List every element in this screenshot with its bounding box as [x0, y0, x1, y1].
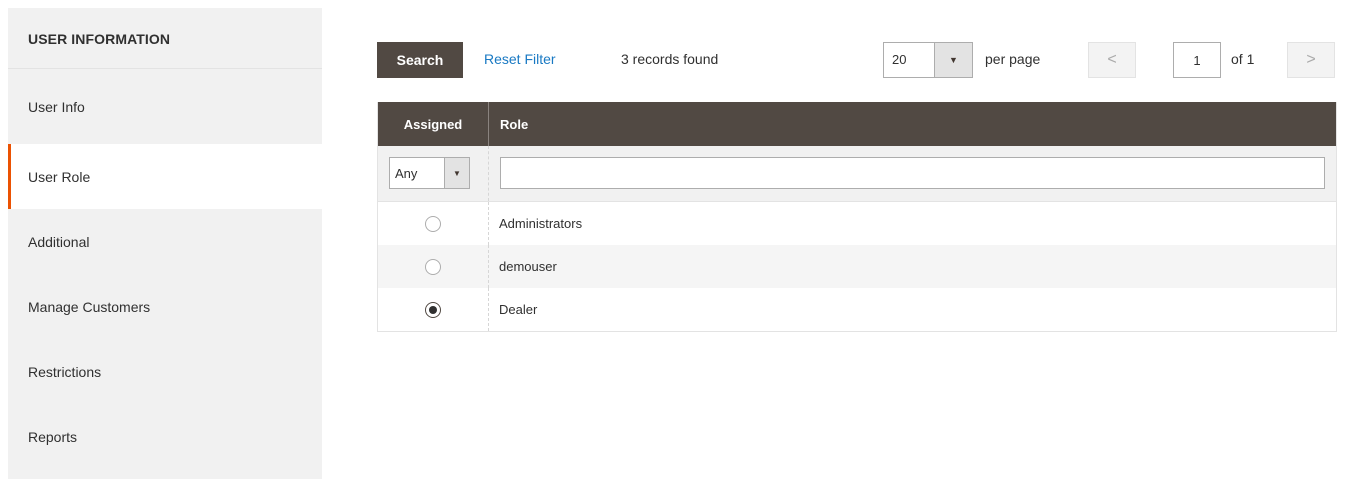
grid-filter-row: Any ▼ [378, 146, 1336, 202]
chevron-down-icon[interactable]: ▼ [444, 158, 469, 188]
sidebar-item-restrictions[interactable]: Restrictions [8, 339, 322, 404]
total-pages-label: of 1 [1231, 51, 1255, 67]
sidebar-item-user-info[interactable]: User Info [8, 69, 322, 144]
sidebar-title: USER INFORMATION [8, 8, 322, 69]
sidebar-item-reports[interactable]: Reports [8, 404, 322, 469]
per-page-select[interactable]: 20 ▼ [883, 42, 973, 78]
previous-page-button[interactable]: < [1088, 42, 1136, 78]
search-button[interactable]: Search [377, 42, 463, 78]
chevron-right-icon: > [1306, 51, 1316, 68]
chevron-down-icon[interactable]: ▼ [934, 43, 972, 77]
role-filter-input[interactable] [500, 157, 1325, 189]
chevron-left-icon: < [1107, 51, 1117, 68]
assigned-filter-select[interactable]: Any ▼ [389, 157, 470, 189]
user-role-panel: Search Reset Filter 3 records found 20 ▼… [377, 42, 1337, 332]
per-page-label: per page [985, 51, 1041, 67]
radio-checked-dot [429, 305, 437, 314]
per-page-value: 20 [892, 52, 907, 67]
roles-grid: Assigned Role Any ▼ Administrators demou… [377, 102, 1337, 332]
sidebar-item-additional[interactable]: Additional [8, 209, 322, 274]
assigned-radio[interactable] [425, 301, 441, 318]
current-page-input[interactable] [1173, 42, 1221, 78]
sidebar-item-manage-customers[interactable]: Manage Customers [8, 274, 322, 339]
assigned-radio[interactable] [425, 215, 441, 232]
column-header-assigned[interactable]: Assigned [378, 102, 489, 146]
role-name: Administrators [499, 216, 583, 231]
role-name: demouser [499, 259, 557, 274]
reset-filter-link[interactable]: Reset Filter [484, 51, 556, 67]
sidebar-item-user-role[interactable]: User Role [8, 144, 322, 209]
table-row[interactable]: Dealer [378, 288, 1336, 331]
grid-toolbar: Search Reset Filter 3 records found 20 ▼… [377, 42, 1337, 79]
role-name: Dealer [499, 302, 538, 317]
assigned-filter-value: Any [395, 166, 418, 181]
table-row[interactable]: demouser [378, 245, 1336, 288]
grid-header: Assigned Role [378, 102, 1336, 146]
next-page-button[interactable]: > [1287, 42, 1335, 78]
user-information-sidebar: USER INFORMATION User Info User Role Add… [8, 8, 322, 479]
column-header-role[interactable]: Role [489, 102, 1336, 146]
table-row[interactable]: Administrators [378, 202, 1336, 245]
assigned-radio[interactable] [425, 258, 441, 275]
records-found-count: 3 records found [621, 51, 719, 67]
